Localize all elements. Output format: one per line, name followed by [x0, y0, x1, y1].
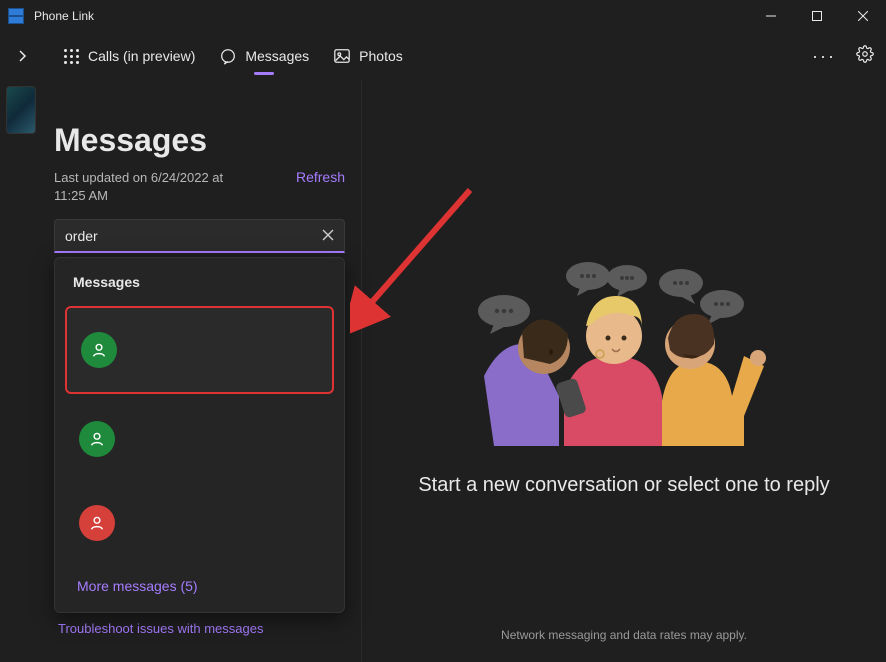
messages-panel: Messages Last updated on 6/24/2022 at 11…: [42, 80, 362, 662]
navbar: Calls (in preview) Messages Photos ···: [0, 32, 886, 80]
dropdown-header: Messages: [55, 268, 344, 300]
nav-expand-chevron[interactable]: [12, 49, 32, 63]
close-button[interactable]: [840, 0, 886, 32]
close-icon: [322, 229, 334, 241]
empty-state-headline: Start a new conversation or select one t…: [418, 474, 829, 497]
settings-button[interactable]: [856, 45, 874, 68]
search-results-dropdown: Messages More messages (5): [54, 257, 345, 613]
minimize-button[interactable]: [748, 0, 794, 32]
device-strip: [0, 80, 42, 662]
nav-calls-label: Calls (in preview): [88, 48, 195, 64]
avatar: [79, 421, 115, 457]
network-disclaimer: Network messaging and data rates may app…: [501, 628, 747, 642]
avatar: [79, 505, 115, 541]
search-input[interactable]: [65, 228, 322, 244]
panel-title: Messages: [54, 122, 345, 159]
last-updated-text: Last updated on 6/24/2022 at 11:25 AM: [54, 169, 244, 205]
refresh-button[interactable]: Refresh: [296, 169, 345, 185]
more-messages-link[interactable]: More messages (5): [55, 568, 344, 598]
titlebar: Phone Link: [0, 0, 886, 32]
chevron-right-icon: [17, 49, 27, 63]
chat-icon: [219, 47, 237, 65]
more-menu-button[interactable]: ···: [812, 46, 836, 67]
search-box[interactable]: [54, 219, 345, 253]
maximize-button[interactable]: [794, 0, 840, 32]
nav-photos-label: Photos: [359, 48, 403, 64]
avatar: [81, 332, 117, 368]
nav-messages[interactable]: Messages: [217, 41, 311, 71]
nav-messages-label: Messages: [245, 48, 309, 64]
phone-thumbnail[interactable]: [6, 86, 36, 134]
dialpad-icon: [62, 47, 80, 65]
nav-photos[interactable]: Photos: [331, 41, 405, 71]
person-icon: [88, 514, 106, 532]
content: Messages Last updated on 6/24/2022 at 11…: [0, 80, 886, 662]
conversation-panel: Start a new conversation or select one t…: [362, 80, 886, 662]
app-icon: [8, 8, 24, 24]
clear-search-button[interactable]: [322, 228, 334, 244]
search-result-item[interactable]: [65, 400, 334, 478]
app-title: Phone Link: [34, 9, 94, 23]
gear-icon: [856, 45, 874, 63]
nav-calls[interactable]: Calls (in preview): [60, 41, 197, 71]
conversation-illustration: [464, 246, 784, 446]
person-icon: [88, 430, 106, 448]
search-result-item[interactable]: [65, 306, 334, 394]
troubleshoot-link[interactable]: Troubleshoot issues with messages: [54, 621, 345, 636]
person-icon: [90, 341, 108, 359]
photo-icon: [333, 47, 351, 65]
search-result-item[interactable]: [65, 484, 334, 562]
